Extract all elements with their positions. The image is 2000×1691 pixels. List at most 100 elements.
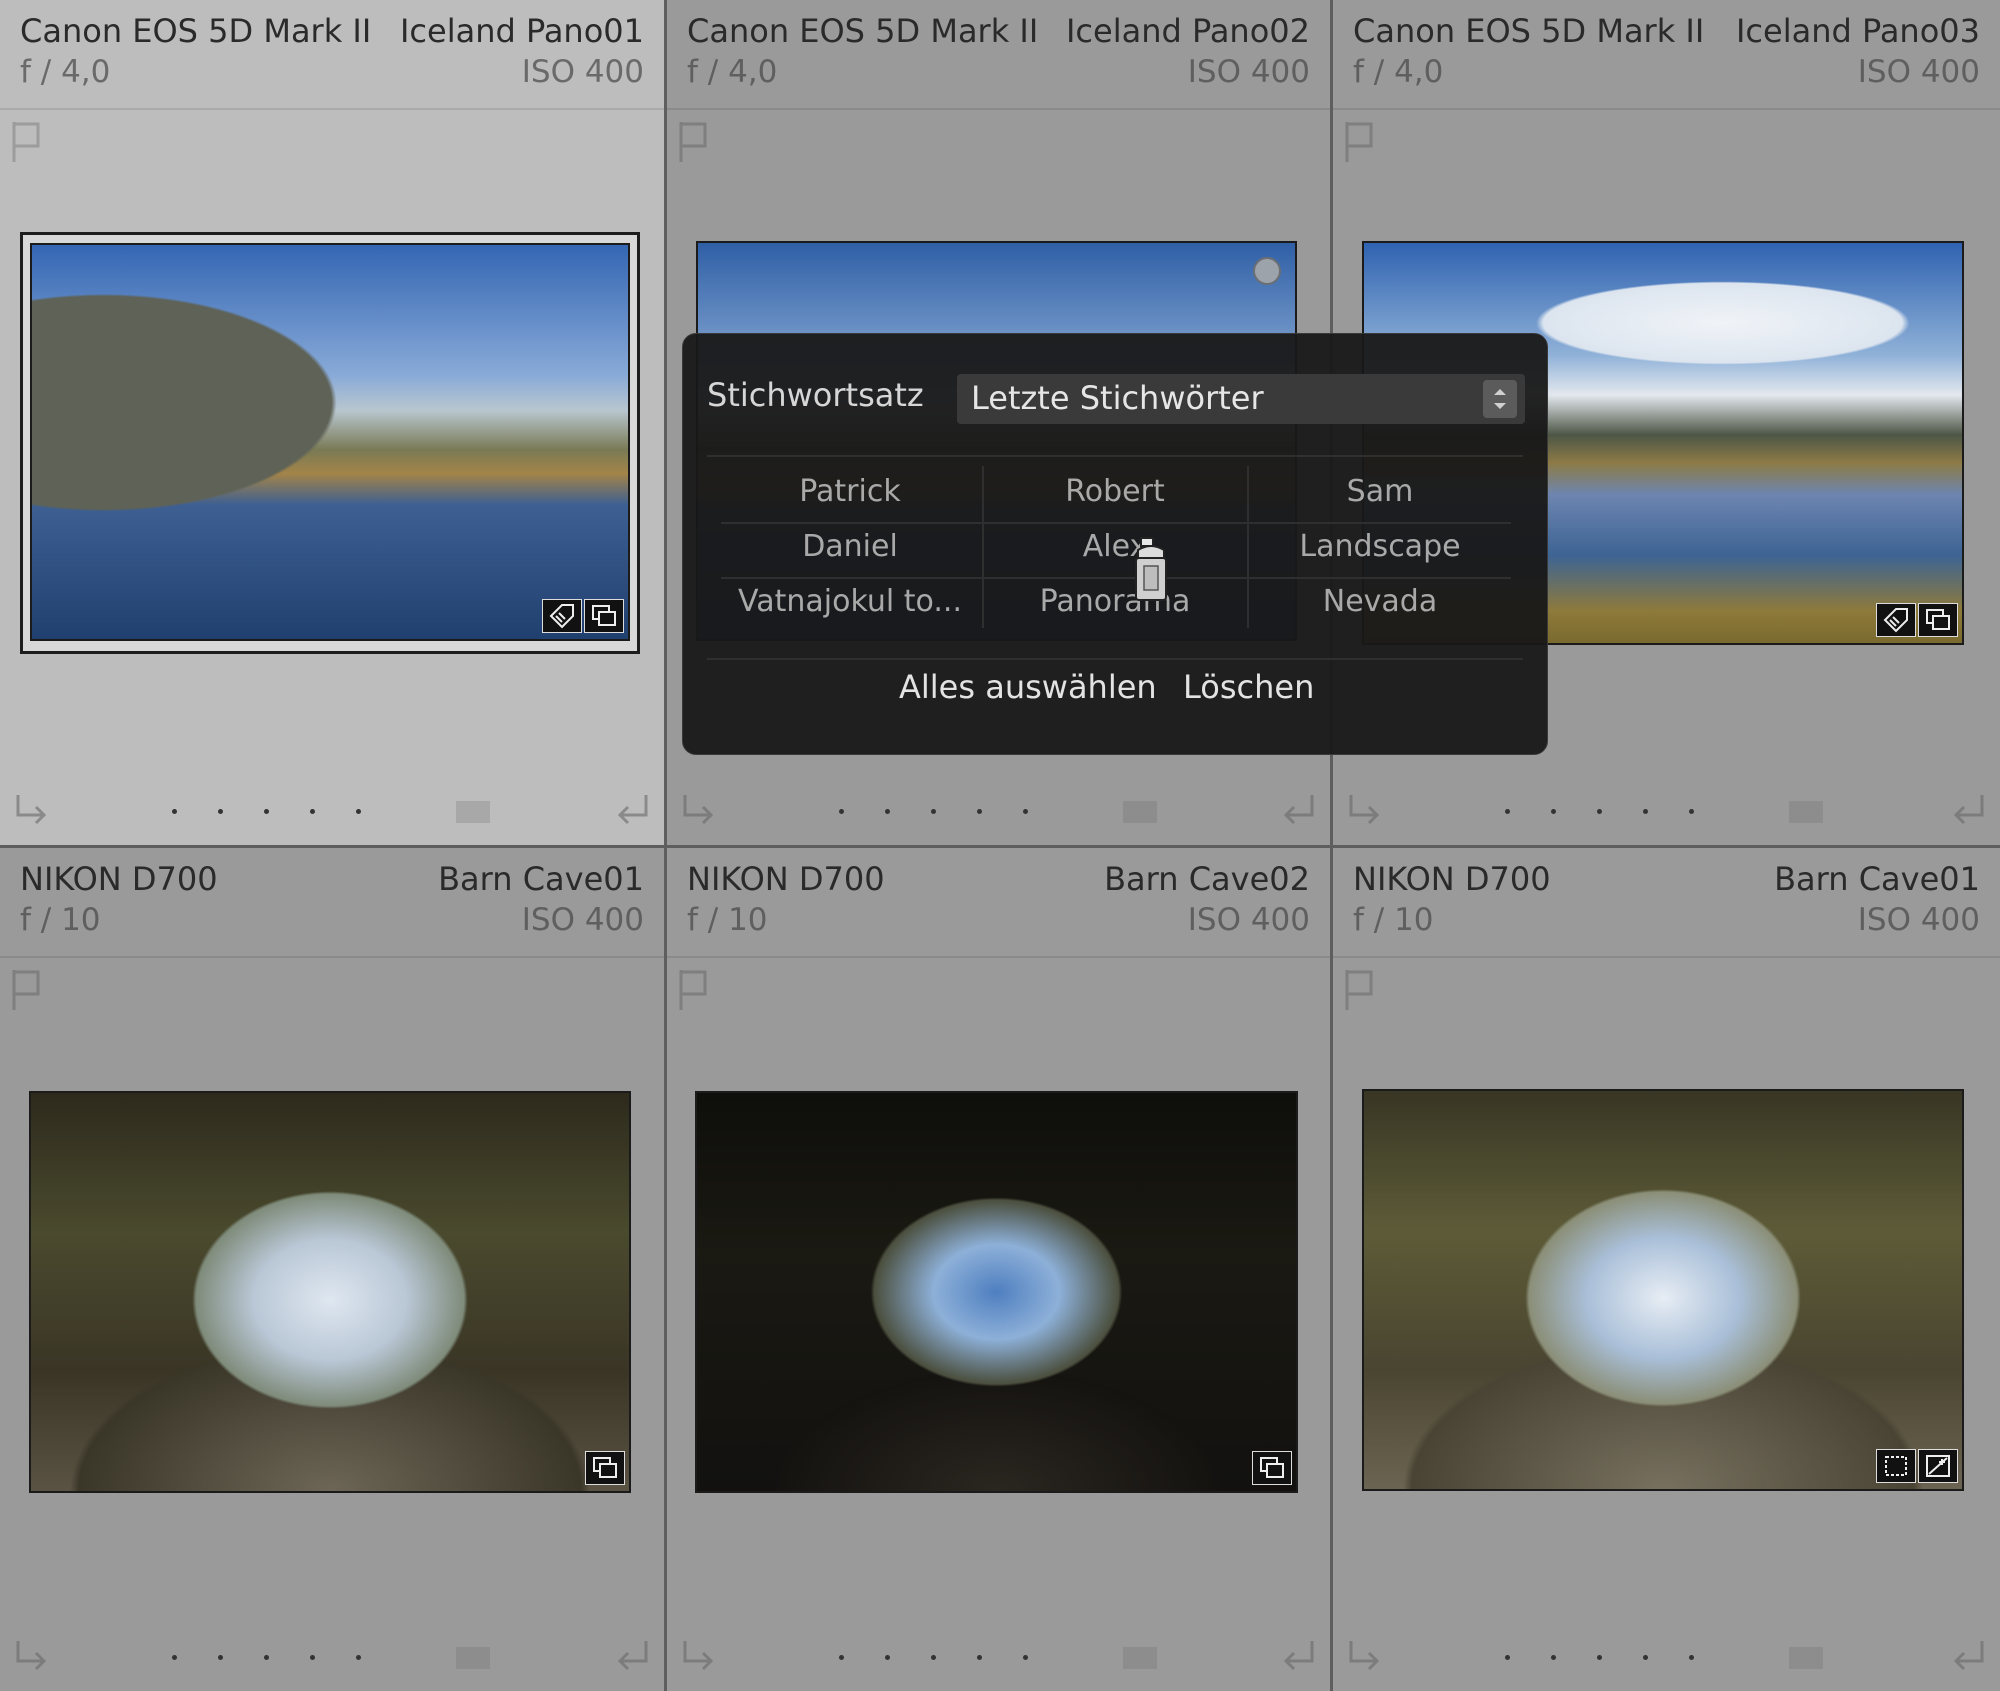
keyword-set-value: Letzte Stichwörter	[971, 379, 1264, 417]
color-label[interactable]	[1789, 801, 1823, 823]
rotate-left-icon[interactable]	[10, 1637, 54, 1681]
keyword-item[interactable]: Landscape	[1249, 521, 1511, 573]
keyword-item[interactable]: Nevada	[1249, 576, 1511, 628]
thumbnail[interactable]	[1362, 1089, 1964, 1491]
rotate-right-icon[interactable]	[610, 1637, 654, 1681]
keyword-item[interactable]: Panorama	[984, 576, 1246, 628]
painter-spray-can-icon	[1135, 537, 1167, 601]
cell-header: Canon EOS 5D Mark II Iceland Pano03 f / …	[1333, 0, 2000, 110]
file-name: Iceland Pano03	[1735, 12, 1980, 50]
color-label[interactable]	[456, 1647, 490, 1669]
rotate-left-icon[interactable]	[10, 791, 54, 835]
aperture: f / 10	[20, 902, 101, 938]
quick-collection-dot-icon[interactable]	[1253, 257, 1281, 285]
iso: ISO 400	[1857, 54, 1980, 90]
aperture: f / 4,0	[1353, 54, 1444, 90]
crop-icon[interactable]	[1876, 1449, 1916, 1483]
virtual-copy-icon[interactable]	[585, 1451, 625, 1485]
cell-header: Canon EOS 5D Mark II Iceland Pano01 f / …	[0, 0, 664, 110]
rotate-left-icon[interactable]	[1343, 791, 1387, 835]
grid-cell[interactable]: NIKON D700 Barn Cave01 f / 10 ISO 400	[0, 848, 667, 1691]
keyword-tag-icon[interactable]	[1876, 603, 1916, 637]
divider	[707, 658, 1523, 660]
cell-footer	[667, 1625, 1330, 1691]
cell-footer	[0, 1625, 664, 1691]
file-name: Iceland Pano01	[399, 12, 644, 50]
flag-icon[interactable]	[1343, 118, 1377, 164]
keyword-item[interactable]: Daniel	[719, 521, 981, 573]
grid-cell[interactable]: Canon EOS 5D Mark II Iceland Pano01 f / …	[0, 0, 667, 848]
star-rating[interactable]	[172, 1655, 372, 1663]
library-grid: Canon EOS 5D Mark II Iceland Pano01 f / …	[0, 0, 2000, 1691]
thumbnail[interactable]	[30, 243, 630, 641]
virtual-copy-icon[interactable]	[1252, 1451, 1292, 1485]
keyword-set-label: Stichwortsatz	[707, 376, 924, 414]
virtual-copy-icon[interactable]	[584, 599, 624, 633]
virtual-copy-icon[interactable]	[1918, 603, 1958, 637]
camera-model: Canon EOS 5D Mark II	[687, 12, 1039, 50]
rotate-right-icon[interactable]	[1276, 1637, 1320, 1681]
rotate-left-icon[interactable]	[677, 1637, 721, 1681]
iso: ISO 400	[521, 54, 644, 90]
aperture: f / 4,0	[687, 54, 778, 90]
star-rating[interactable]	[1505, 809, 1705, 817]
keyword-item[interactable]: Vatnajokul to...	[719, 576, 981, 628]
color-label[interactable]	[456, 801, 490, 823]
camera-model: NIKON D700	[20, 860, 218, 898]
cell-header: NIKON D700 Barn Cave01 f / 10 ISO 400	[1333, 848, 2000, 958]
rotate-right-icon[interactable]	[1276, 791, 1320, 835]
flag-icon[interactable]	[1343, 966, 1377, 1012]
star-rating[interactable]	[839, 1655, 1039, 1663]
keyword-item[interactable]: Robert	[984, 466, 1246, 518]
select-all-button[interactable]: Alles auswählen	[899, 668, 1157, 706]
flag-icon[interactable]	[10, 118, 44, 164]
aperture: f / 10	[1353, 902, 1434, 938]
flag-icon[interactable]	[10, 966, 44, 1012]
file-name: Barn Cave02	[1104, 860, 1310, 898]
aperture: f / 4,0	[20, 54, 111, 90]
cell-header: Canon EOS 5D Mark II Iceland Pano02 f / …	[667, 0, 1330, 110]
develop-adjusted-icon[interactable]	[1918, 1449, 1958, 1483]
cell-footer	[0, 779, 664, 845]
rotate-right-icon[interactable]	[1946, 1637, 1990, 1681]
rotate-left-icon[interactable]	[677, 791, 721, 835]
delete-button[interactable]: Löschen	[1183, 668, 1314, 706]
keyword-item[interactable]: Alex	[984, 521, 1246, 573]
stepper-arrows-icon[interactable]	[1483, 380, 1517, 418]
file-name: Iceland Pano02	[1065, 12, 1310, 50]
iso: ISO 400	[1187, 54, 1310, 90]
keyword-set-popup: Stichwortsatz Letzte Stichwörter Patrick…	[682, 333, 1548, 755]
file-name: Barn Cave01	[1774, 860, 1980, 898]
divider	[707, 455, 1523, 457]
star-rating[interactable]	[839, 809, 1039, 817]
cell-footer	[1333, 779, 2000, 845]
iso: ISO 400	[1857, 902, 1980, 938]
thumbnail[interactable]	[695, 1091, 1298, 1493]
cell-header: NIKON D700 Barn Cave01 f / 10 ISO 400	[0, 848, 664, 958]
keyword-item[interactable]: Sam	[1249, 466, 1511, 518]
keyword-tag-icon[interactable]	[542, 599, 582, 633]
star-rating[interactable]	[172, 809, 372, 817]
file-name: Barn Cave01	[438, 860, 644, 898]
camera-model: NIKON D700	[687, 860, 885, 898]
cell-footer	[1333, 1625, 2000, 1691]
grid-cell[interactable]: NIKON D700 Barn Cave02 f / 10 ISO 400	[667, 848, 1333, 1691]
flag-icon[interactable]	[677, 966, 711, 1012]
rotate-right-icon[interactable]	[1946, 791, 1990, 835]
camera-model: Canon EOS 5D Mark II	[20, 12, 372, 50]
iso: ISO 400	[521, 902, 644, 938]
color-label[interactable]	[1123, 801, 1157, 823]
thumbnail[interactable]	[29, 1091, 631, 1493]
cell-footer	[667, 779, 1330, 845]
keyword-set-select[interactable]: Letzte Stichwörter	[957, 374, 1525, 424]
flag-icon[interactable]	[677, 118, 711, 164]
rotate-right-icon[interactable]	[610, 791, 654, 835]
star-rating[interactable]	[1505, 1655, 1705, 1663]
aperture: f / 10	[687, 902, 768, 938]
color-label[interactable]	[1123, 1647, 1157, 1669]
grid-cell[interactable]: NIKON D700 Barn Cave01 f / 10 ISO 400	[1333, 848, 2000, 1691]
cell-header: NIKON D700 Barn Cave02 f / 10 ISO 400	[667, 848, 1330, 958]
keyword-item[interactable]: Patrick	[719, 466, 981, 518]
color-label[interactable]	[1789, 1647, 1823, 1669]
rotate-left-icon[interactable]	[1343, 1637, 1387, 1681]
